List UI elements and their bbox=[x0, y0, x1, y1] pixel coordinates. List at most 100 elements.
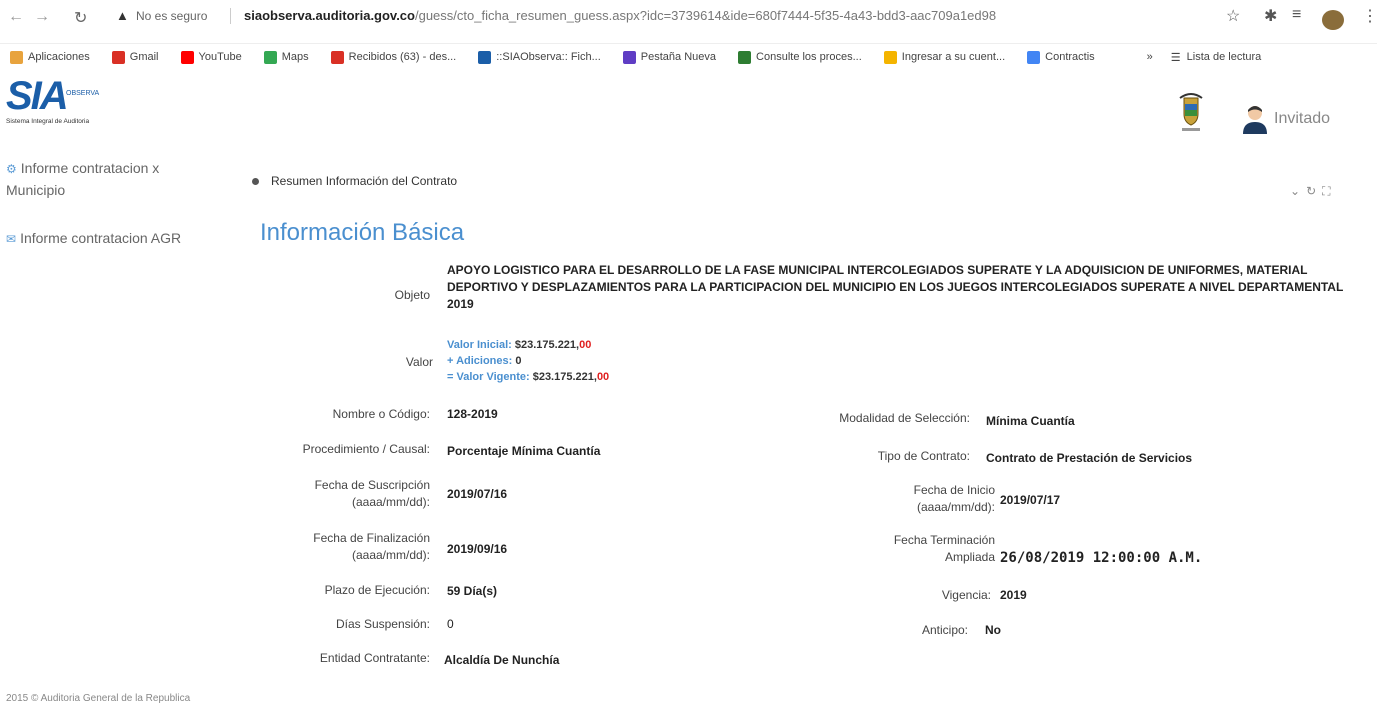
sidebar-item-label: Informe contratacion x Municipio bbox=[6, 160, 160, 198]
forward-icon[interactable]: → bbox=[34, 8, 50, 26]
globe-icon bbox=[622, 50, 636, 64]
apps-icon bbox=[10, 50, 23, 64]
browser-toolbar: ← → ↻ ▲ No es seguro siaobserva.auditori… bbox=[0, 0, 1377, 44]
adiciones-label: + Adiciones: bbox=[447, 355, 513, 367]
breadcrumb: Resumen Información del Contrato bbox=[252, 174, 457, 188]
valor-vigente-row: = Valor Vigente: $23.175.221,00 bbox=[447, 369, 609, 385]
bookmarks-bar: Aplicaciones Gmail YouTube Maps Recibidos (6… bbox=[0, 44, 1377, 70]
sidebar-item-label: Informe contratacion AGR bbox=[20, 230, 182, 246]
bookmark-item[interactable]: Consulte los proces... bbox=[738, 50, 862, 64]
user-menu[interactable]: Invitado bbox=[1242, 104, 1330, 134]
bookmark-label: Consulte los proces... bbox=[756, 51, 862, 63]
reading-list-icon[interactable]: ≡ bbox=[1292, 6, 1301, 24]
field-value: Alcaldía De Nunchía bbox=[444, 653, 560, 667]
field-label: Nombre o Código: bbox=[332, 407, 430, 421]
bookmark-item[interactable]: YouTube bbox=[180, 50, 242, 64]
reload-icon[interactable]: ↻ bbox=[74, 8, 87, 28]
field-value: 59 Día(s) bbox=[447, 584, 498, 598]
refresh-icon[interactable]: ↻ bbox=[1306, 184, 1322, 198]
bookmark-item[interactable]: Aplicaciones bbox=[10, 50, 90, 64]
star-icon[interactable]: ☆ bbox=[1226, 6, 1240, 26]
valor-vigente-label: = Valor Vigente: bbox=[447, 371, 530, 383]
bookmark-label: Recibidos (63) - des... bbox=[348, 51, 457, 63]
field-label: Fecha Terminación Ampliada bbox=[893, 533, 995, 564]
sia-logo[interactable]: SIA OBSERVA Sistema Integral de Auditori… bbox=[6, 76, 126, 136]
profile-icon[interactable] bbox=[1322, 10, 1344, 30]
field-value: 2019/07/17 bbox=[1000, 493, 1061, 507]
bookmark-item[interactable]: Pestaña Nueva bbox=[622, 50, 717, 64]
url-separator bbox=[230, 8, 231, 24]
field-label: Fecha de Suscripción (aaaa/mm/dd): bbox=[314, 478, 430, 509]
address-bar[interactable]: siaobserva.auditoria.gov.co/guess/cto_fi… bbox=[244, 8, 996, 23]
bookmark-item[interactable]: Contractis bbox=[1027, 50, 1095, 64]
bookmark-item[interactable]: Ingresar a su cuent... bbox=[883, 50, 1006, 64]
field-label: Fecha de Finalización (aaaa/mm/dd): bbox=[313, 531, 430, 562]
valor-inicial-row: Valor Inicial: $23.175.221,00 bbox=[447, 337, 609, 353]
coat-of-arms-icon bbox=[1179, 93, 1203, 131]
extensions-icon[interactable]: ✱ bbox=[1264, 6, 1277, 26]
valor-inicial-cents: 00 bbox=[579, 339, 592, 351]
breadcrumb-label: Resumen Información del Contrato bbox=[271, 174, 458, 188]
reading-list-button[interactable]: ☰ Lista de lectura bbox=[1171, 51, 1261, 64]
logo-subtitle: Sistema Integral de Auditoria bbox=[6, 118, 90, 125]
field-value: 2019/09/16 bbox=[447, 542, 508, 556]
insecure-label[interactable]: No es seguro bbox=[136, 9, 207, 23]
valor-box: Valor Inicial: $23.175.221,00 + Adicione… bbox=[447, 337, 609, 385]
field-value: No bbox=[985, 623, 1001, 637]
objeto-value: APOYO LOGISTICO PARA EL DESARROLLO DE LA… bbox=[447, 263, 1344, 311]
bookmark-label: Contractis bbox=[1045, 51, 1095, 63]
bookmark-label: Pestaña Nueva bbox=[640, 51, 717, 63]
field-label: Anticipo: bbox=[921, 623, 968, 637]
bookmark-label: Gmail bbox=[129, 51, 159, 63]
footer-copyright: 2015 © Auditoria General de la Republica bbox=[6, 693, 191, 704]
field-value: 2019/07/16 bbox=[447, 487, 508, 501]
envelope-icon: ✉ bbox=[6, 232, 17, 246]
field-label: Vigencia: bbox=[941, 588, 991, 602]
logo-obs: OBSERVA bbox=[66, 90, 100, 97]
bookmark-item[interactable]: ::SIAObserva:: Fich... bbox=[478, 50, 601, 64]
valor-vigente: $23.175.221, bbox=[532, 371, 597, 383]
sia-icon bbox=[478, 50, 492, 64]
bank-icon bbox=[883, 50, 897, 64]
sidebar-item-municipio[interactable]: ⚙ Informe contratacion x Municipio bbox=[6, 158, 196, 201]
field-label: Tipo de Contrato: bbox=[877, 449, 970, 463]
menu-icon[interactable]: ⋮ bbox=[1362, 6, 1377, 26]
collapse-icon[interactable]: ⌄ bbox=[1290, 184, 1306, 198]
field-value: 26/08/2019 12:00:00 A.M. bbox=[1000, 550, 1203, 566]
field-value: Contrato de Prestación de Servicios bbox=[986, 451, 1193, 465]
bookmark-label: YouTube bbox=[198, 51, 242, 63]
warning-icon[interactable]: ▲ bbox=[116, 8, 129, 23]
bookmark-item[interactable]: Maps bbox=[263, 50, 309, 64]
url-domain: siaobserva.auditoria.gov.co bbox=[244, 8, 415, 23]
reading-list-icon: ☰ bbox=[1170, 51, 1181, 64]
sidebar-item-agr[interactable]: ✉ Informe contratacion AGR bbox=[6, 228, 206, 250]
login-icon bbox=[738, 50, 752, 64]
more-bookmarks-icon[interactable]: » bbox=[1147, 51, 1153, 63]
bookmark-label: Maps bbox=[281, 51, 309, 63]
field-value: 2019 bbox=[1000, 588, 1027, 602]
bookmark-label: ::SIAObserva:: Fich... bbox=[496, 51, 601, 63]
bookmark-item[interactable]: Recibidos (63) - des... bbox=[330, 50, 457, 64]
user-name: Invitado bbox=[1274, 110, 1331, 127]
field-value: Mínima Cuantía bbox=[986, 414, 1075, 428]
field-value: 128-2019 bbox=[447, 407, 498, 421]
portlet-tools: ⌄↻⛶ bbox=[1290, 184, 1337, 199]
back-icon[interactable]: ← bbox=[8, 8, 24, 26]
bookmark-item[interactable]: Gmail bbox=[111, 50, 159, 64]
field-value: Porcentaje Mínima Cuantía bbox=[447, 444, 601, 458]
fullscreen-icon[interactable]: ⛶ bbox=[1322, 184, 1336, 198]
reading-list-label: Lista de lectura bbox=[1186, 51, 1262, 63]
valor-label: Valor bbox=[405, 355, 433, 369]
valor-vigente-cents: 00 bbox=[596, 371, 610, 383]
adiciones-value: 0 bbox=[515, 355, 522, 367]
url-path: /guess/cto_ficha_resumen_guess.aspx?idc=… bbox=[414, 8, 997, 23]
valor-inicial-label: Valor Inicial: bbox=[447, 339, 512, 351]
bullet-icon bbox=[252, 177, 259, 185]
avatar-icon bbox=[1243, 106, 1267, 134]
youtube-icon bbox=[180, 50, 194, 64]
gear-icon bbox=[1027, 50, 1041, 64]
gmail-icon bbox=[111, 50, 125, 64]
bookmark-label: Ingresar a su cuent... bbox=[901, 51, 1006, 63]
adiciones-row: + Adiciones: 0 bbox=[447, 353, 609, 369]
field-label: Modalidad de Selección: bbox=[839, 411, 970, 425]
